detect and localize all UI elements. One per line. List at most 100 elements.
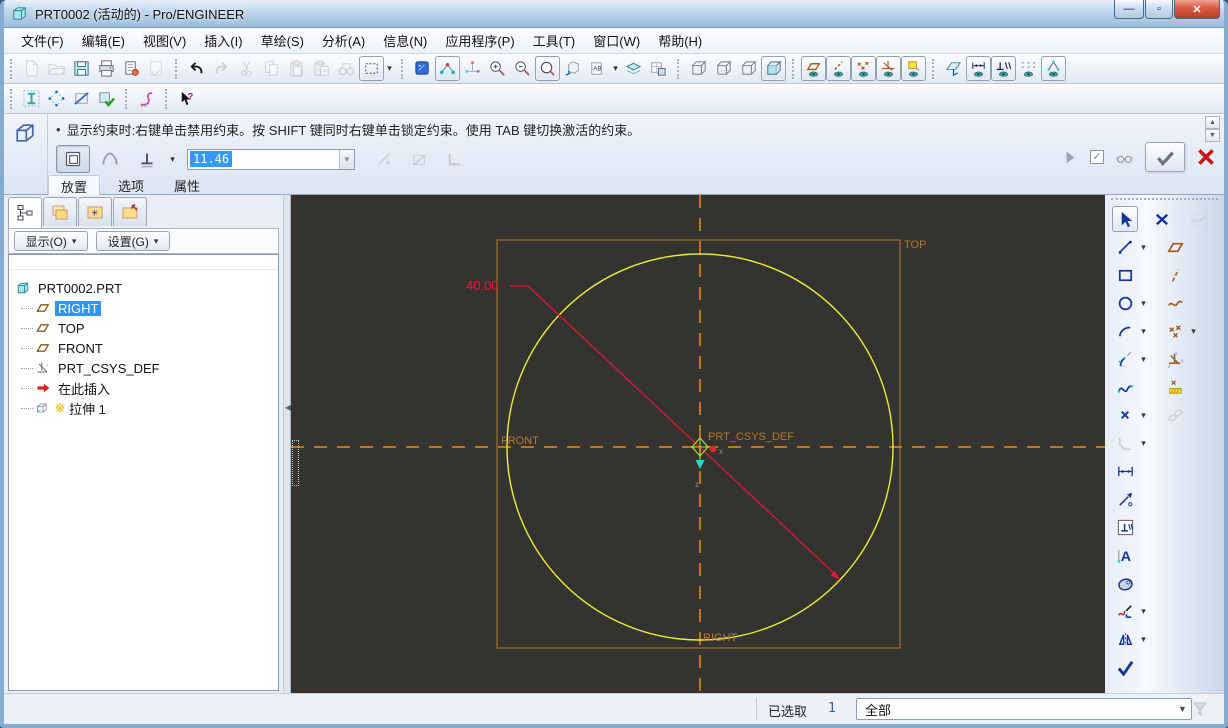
plane-display-button[interactable] [801, 56, 826, 81]
close-button[interactable]: ✕ [1174, 0, 1220, 19]
constraint-tool-button[interactable] [1112, 514, 1138, 540]
circle-tool-button[interactable] [1112, 290, 1138, 316]
menu-item[interactable]: 帮助(H) [649, 28, 711, 53]
toolbar-grip[interactable] [401, 58, 406, 79]
constraint-display-button[interactable] [991, 56, 1016, 81]
spline-tool-button[interactable] [1112, 374, 1138, 400]
refit-button[interactable] [535, 56, 560, 81]
select-arrow-button[interactable] [1112, 206, 1138, 232]
saved-views-button[interactable]: AB [585, 56, 610, 81]
cancel-feature-button[interactable] [1193, 145, 1218, 170]
navigator-tab-folder-browser[interactable] [43, 197, 77, 226]
fillet-tool-dropdown[interactable]: ▾ [1138, 354, 1149, 365]
selection-filter-dropdown[interactable]: 全部 ▼ [856, 698, 1192, 720]
done-check-button[interactable] [1112, 654, 1138, 680]
flip-direction-button[interactable] [372, 147, 397, 172]
point-tool-dropdown[interactable]: ▾ [1138, 410, 1149, 421]
tree-header-button[interactable]: 设置(G) ▾ [96, 231, 170, 251]
menu-item[interactable]: 应用程序(P) [436, 28, 523, 53]
trim-tool-button[interactable] [1112, 598, 1138, 624]
text-tool-button[interactable]: A [1112, 542, 1138, 568]
toolbar-grip[interactable] [165, 88, 170, 109]
navigator-tab-favorites[interactable]: ✳ [78, 197, 112, 226]
dashboard-tab-选项[interactable]: 选项 [106, 175, 156, 195]
no-clip-button[interactable] [69, 86, 94, 111]
palette-tool-button[interactable] [1112, 570, 1138, 596]
menu-item[interactable]: 窗口(W) [584, 28, 649, 53]
filter-dropdown-arrow[interactable]: ▼ [1174, 699, 1191, 719]
curve-wave-button[interactable] [1187, 206, 1213, 232]
remove-material-button[interactable] [407, 147, 432, 172]
arc-tool-dropdown[interactable]: ▾ [1138, 326, 1149, 337]
point-hatch-tool-button[interactable] [1162, 374, 1188, 400]
wireframe-button[interactable] [686, 56, 711, 81]
depth-value-combo[interactable]: 11.46 ▼ [187, 148, 355, 170]
save-button[interactable] [69, 56, 94, 81]
menu-item[interactable]: 分析(A) [313, 28, 374, 53]
toolbar-grip[interactable] [10, 88, 15, 109]
open-folder-button[interactable] [44, 56, 69, 81]
select-box-button[interactable] [359, 56, 384, 81]
front-plane-label[interactable]: FRONT [501, 435, 539, 447]
spin-center-button[interactable] [435, 56, 460, 81]
canvas-sash-handle[interactable] [292, 440, 299, 486]
sketch-orient-button[interactable] [941, 56, 966, 81]
verify-glasses-button[interactable] [1112, 145, 1137, 170]
datum-plane-tool-button[interactable] [1162, 234, 1188, 260]
new-file-button[interactable] [19, 56, 44, 81]
csys-display-button[interactable] [876, 56, 901, 81]
message-scroll-down[interactable]: ▼ [1205, 129, 1220, 142]
print-button[interactable] [94, 56, 119, 81]
right-plane-label[interactable]: RIGHT [703, 632, 738, 644]
surface-type-button[interactable] [93, 145, 127, 173]
point-tool-button[interactable] [1112, 402, 1138, 428]
undo-button[interactable] [184, 56, 209, 81]
toolbar-grip[interactable] [125, 88, 130, 109]
resume-play-button[interactable] [1057, 145, 1082, 170]
depth-dropdown-arrow[interactable]: ▼ [339, 149, 354, 169]
grid-ok-button[interactable] [94, 86, 119, 111]
thicken-button[interactable] [442, 147, 467, 172]
chamfer-tool-button[interactable] [1112, 430, 1138, 456]
line-tool-button[interactable] [1112, 234, 1138, 260]
depth-blind-dropdown[interactable]: ▾ [167, 154, 178, 165]
dim-display-button[interactable] [966, 56, 991, 81]
tree-item-RIGHT[interactable]: RIGHT [9, 298, 278, 318]
circle-tool-dropdown[interactable]: ▾ [1138, 298, 1149, 309]
toolbar-grip[interactable] [10, 58, 15, 79]
dimension-tool-button[interactable] [1112, 458, 1138, 484]
arc-tool-button[interactable] [1112, 318, 1138, 344]
use-edge-tool-button[interactable] [1162, 402, 1188, 428]
line-tool-dropdown[interactable]: ▾ [1138, 242, 1149, 253]
message-scroll-up[interactable]: ▲ [1205, 116, 1220, 129]
redo-button[interactable] [209, 56, 234, 81]
orient-mode-button[interactable] [460, 56, 485, 81]
datum-point-tool-button[interactable] [1162, 318, 1188, 344]
grid-diamond-button[interactable] [44, 86, 69, 111]
paste-special-button[interactable] [309, 56, 334, 81]
tree-item-拉伸 1[interactable]: ※ 拉伸 1 [9, 398, 278, 418]
menu-item[interactable]: 视图(V) [134, 28, 195, 53]
maximize-button[interactable]: ▫ [1145, 0, 1173, 19]
depth-blind-button[interactable] [130, 145, 164, 173]
close-x-button[interactable] [1149, 206, 1175, 232]
chamfer-tool-dropdown[interactable]: ▾ [1138, 438, 1149, 449]
tree-item-PRT_CSYS_DEF[interactable]: x PRT_CSYS_DEF [9, 358, 278, 378]
select-box-dropdown[interactable]: ▾ [384, 63, 395, 74]
rect-tool-button[interactable] [1112, 262, 1138, 288]
menu-item[interactable]: 编辑(E) [73, 28, 134, 53]
panel-splitter[interactable]: ◀ [283, 195, 291, 697]
toolbar-grip[interactable] [792, 58, 797, 79]
menu-item[interactable]: 工具(T) [524, 28, 585, 53]
saved-views-dropdown[interactable]: ▾ [610, 63, 621, 74]
csys-label[interactable]: PRT_CSYS_DEF [708, 431, 794, 443]
menu-item[interactable]: 草绘(S) [252, 28, 313, 53]
datum-csys-tool-button[interactable]: y z x [1162, 346, 1188, 372]
menu-item[interactable]: 文件(F) [12, 28, 73, 53]
point-display-button[interactable] [851, 56, 876, 81]
datum-point-tool-dropdown[interactable]: ▾ [1188, 326, 1199, 337]
spray-curve-button[interactable] [134, 86, 159, 111]
axis-display-button[interactable] [826, 56, 851, 81]
tree-item-FRONT[interactable]: FRONT [9, 338, 278, 358]
layers-button[interactable] [621, 56, 646, 81]
